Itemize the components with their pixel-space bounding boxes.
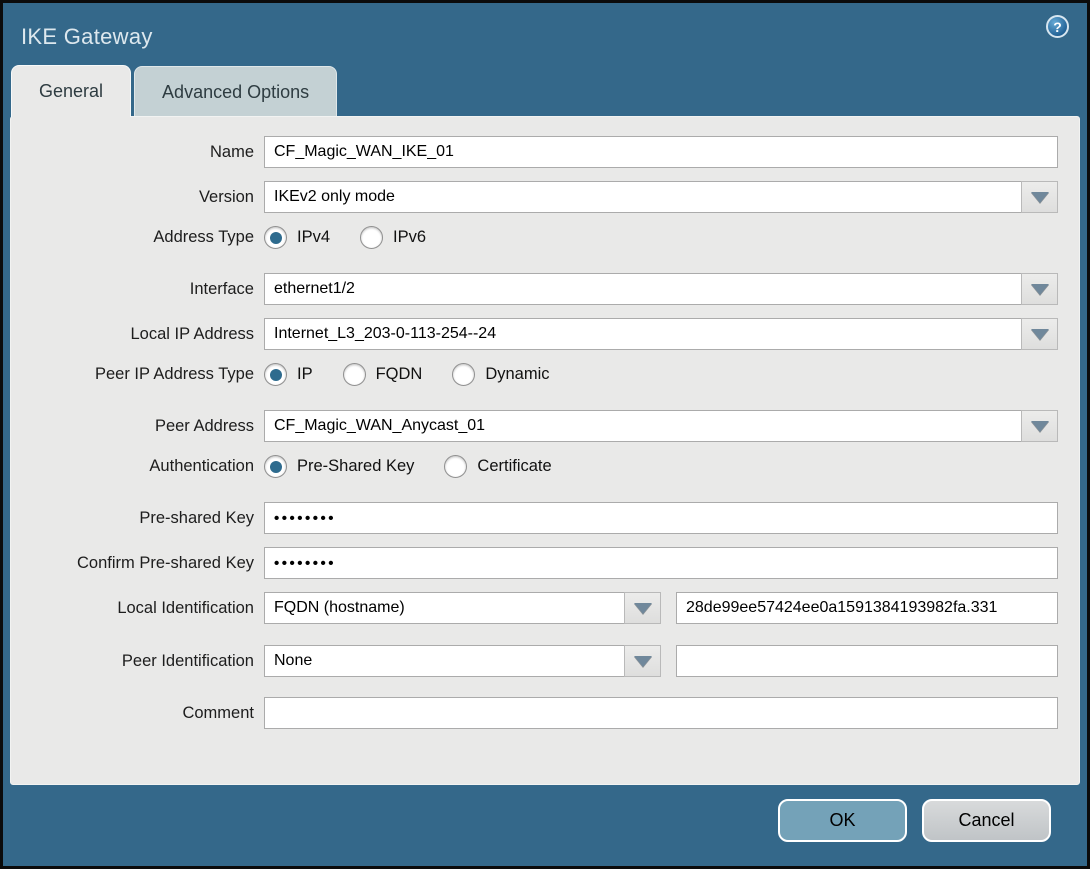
- version-dropdown-button[interactable]: [1021, 181, 1058, 213]
- help-icon-glyph: ?: [1053, 18, 1062, 35]
- peer-identification-dropdown-button[interactable]: [624, 645, 661, 677]
- form-row-local-ip-address: Local IP Address: [11, 318, 1058, 350]
- local-identification-dropdown-button[interactable]: [624, 592, 661, 624]
- confirm-pre-shared-key-label: Confirm Pre-shared Key: [77, 553, 254, 572]
- pre-shared-key-label: Pre-shared Key: [139, 508, 254, 527]
- form-row-version: Version: [11, 181, 1058, 213]
- peer-ip-address-type-label: Peer IP Address Type: [95, 365, 254, 383]
- peer-address-dropdown-button[interactable]: [1021, 410, 1058, 442]
- form-row-authentication: Authentication Pre-Shared Key Certificat…: [11, 455, 1058, 478]
- local-ip-address-combo: [264, 318, 1058, 350]
- form-row-peer-ip-address-type: Peer IP Address Type IP FQDN Dynamic: [11, 363, 1058, 386]
- version-input[interactable]: [264, 181, 1021, 213]
- form-row-local-identification: Local Identification: [11, 592, 1058, 624]
- ok-button[interactable]: OK: [778, 799, 907, 842]
- address-type-label: Address Type: [153, 228, 254, 246]
- local-ip-address-input[interactable]: [264, 318, 1021, 350]
- address-type-ipv4-radio[interactable]: [264, 226, 287, 249]
- chevron-down-icon: [633, 655, 652, 667]
- comment-label: Comment: [182, 703, 254, 722]
- interface-input[interactable]: [264, 273, 1021, 305]
- ike-gateway-dialog: IKE Gateway ? General Advanced Options N…: [0, 0, 1090, 869]
- auth-pre-shared-key-label[interactable]: Pre-Shared Key: [297, 457, 414, 476]
- address-type-ipv6-label[interactable]: IPv6: [393, 228, 426, 247]
- general-tab-panel: Name Version Address Type IPv4 IPv6: [10, 116, 1080, 785]
- peer-address-input[interactable]: [264, 410, 1021, 442]
- titlebar: IKE Gateway ?: [3, 3, 1087, 65]
- tab-advanced-options[interactable]: Advanced Options: [134, 66, 338, 116]
- form-row-peer-address: Peer Address: [11, 410, 1058, 442]
- local-ip-address-label: Local IP Address: [130, 324, 254, 343]
- local-identification-label: Local Identification: [117, 598, 254, 617]
- peer-identification-type-input[interactable]: [264, 645, 624, 677]
- peer-type-dynamic-radio[interactable]: [452, 363, 476, 386]
- address-type-ipv4-label[interactable]: IPv4: [297, 228, 330, 247]
- tab-bar: General Advanced Options: [3, 65, 1087, 117]
- peer-identification-combo: [264, 645, 661, 677]
- chevron-down-icon: [1030, 283, 1049, 295]
- form-row-peer-identification: Peer Identification: [11, 645, 1058, 677]
- footer-button-bar: OK Cancel: [3, 785, 1087, 842]
- peer-type-ip-radio[interactable]: [264, 363, 287, 386]
- help-icon[interactable]: ?: [1046, 15, 1069, 38]
- auth-certificate-radio[interactable]: [444, 455, 468, 478]
- comment-input[interactable]: [264, 697, 1058, 729]
- peer-identification-value-input[interactable]: [676, 645, 1058, 677]
- local-ip-address-dropdown-button[interactable]: [1021, 318, 1058, 350]
- peer-address-combo: [264, 410, 1058, 442]
- form-row-pre-shared-key: Pre-shared Key: [11, 502, 1058, 534]
- form-row-interface: Interface: [11, 273, 1058, 305]
- confirm-pre-shared-key-input[interactable]: [264, 547, 1058, 579]
- pre-shared-key-input[interactable]: [264, 502, 1058, 534]
- form-row-comment: Comment: [11, 697, 1058, 729]
- tab-general[interactable]: General: [11, 65, 132, 117]
- name-label: Name: [209, 142, 254, 161]
- chevron-down-icon: [633, 602, 652, 614]
- local-identification-type-input[interactable]: [264, 592, 624, 624]
- interface-label: Interface: [189, 279, 254, 298]
- interface-combo: [264, 273, 1058, 305]
- address-type-ipv6-radio[interactable]: [360, 226, 384, 249]
- local-identification-value-input[interactable]: [676, 592, 1058, 624]
- peer-identification-label: Peer Identification: [121, 651, 254, 670]
- auth-pre-shared-key-radio[interactable]: [264, 455, 287, 478]
- authentication-label: Authentication: [149, 457, 254, 475]
- chevron-down-icon: [1030, 328, 1049, 340]
- form-row-address-type: Address Type IPv4 IPv6: [11, 226, 1058, 249]
- peer-type-fqdn-label[interactable]: FQDN: [376, 365, 423, 384]
- peer-address-label: Peer Address: [154, 416, 254, 435]
- chevron-down-icon: [1030, 420, 1049, 432]
- peer-type-dynamic-label[interactable]: Dynamic: [485, 365, 549, 384]
- local-identification-combo: [264, 592, 661, 624]
- interface-dropdown-button[interactable]: [1021, 273, 1058, 305]
- peer-type-ip-label[interactable]: IP: [297, 365, 313, 384]
- version-combo: [264, 181, 1058, 213]
- name-input[interactable]: [264, 136, 1058, 168]
- cancel-button[interactable]: Cancel: [922, 799, 1051, 842]
- auth-certificate-label[interactable]: Certificate: [477, 457, 551, 476]
- dialog-title: IKE Gateway: [21, 24, 153, 49]
- peer-type-fqdn-radio[interactable]: [342, 363, 366, 386]
- form-row-confirm-pre-shared-key: Confirm Pre-shared Key: [11, 547, 1058, 579]
- form-row-name: Name: [11, 136, 1058, 168]
- version-label: Version: [198, 187, 254, 206]
- chevron-down-icon: [1030, 191, 1049, 203]
